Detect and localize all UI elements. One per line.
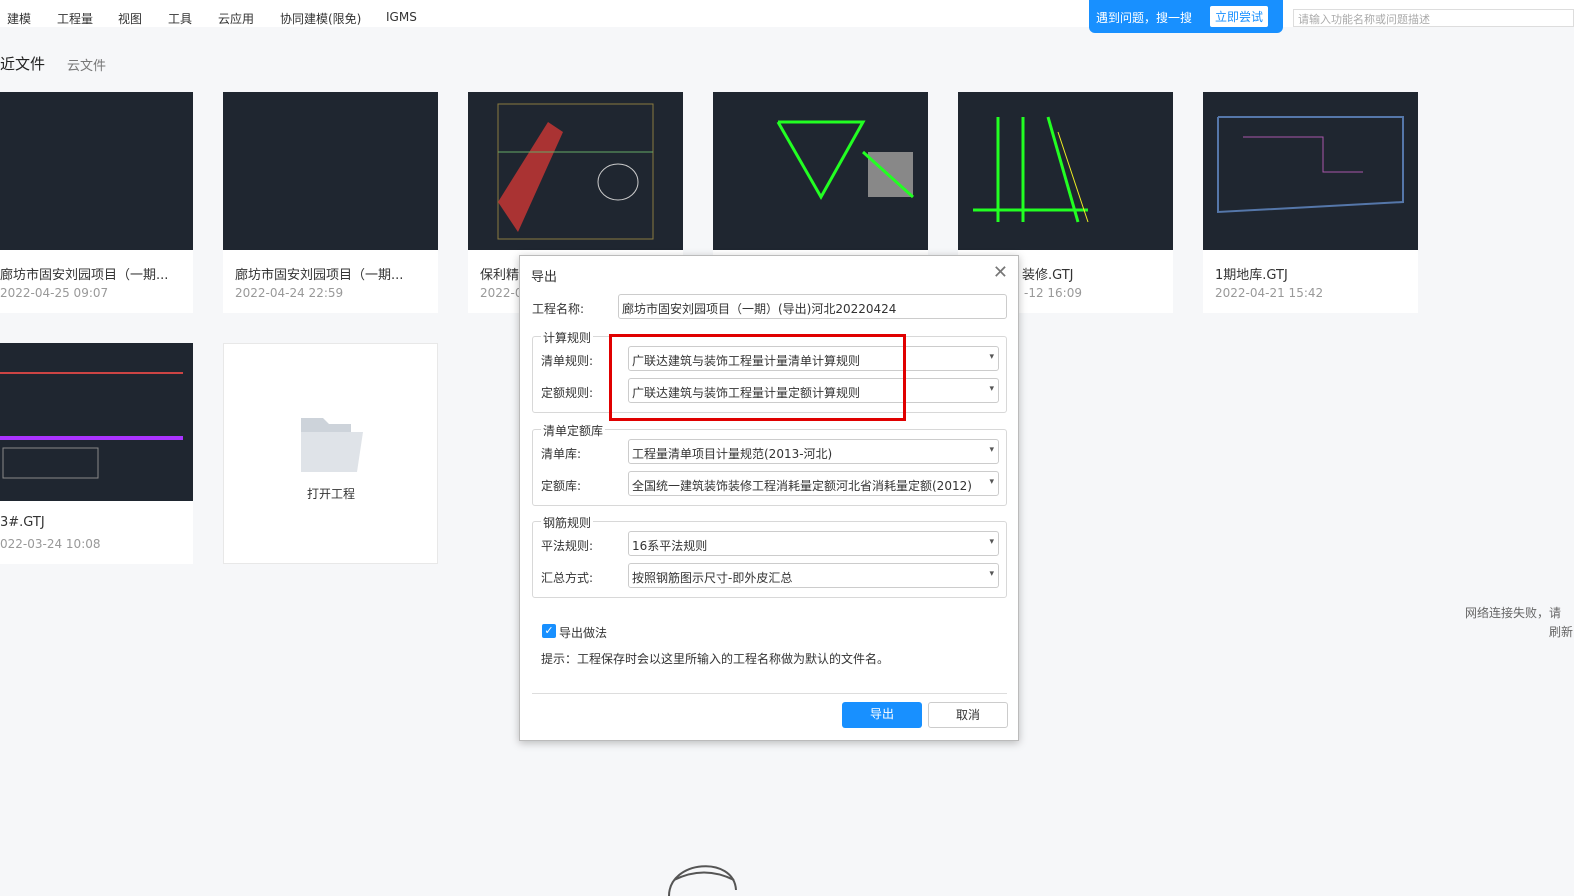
library-group: 清单定额库 清单库: 工程量清单项目计量规范(2013-河北) 定额库: 全国统… [532,422,1007,506]
menu-igms[interactable]: IGMS [386,10,417,24]
project-card[interactable]: 1期地库.GTJ 2022-04-21 15:42 [1203,92,1418,313]
summary-method-label: 汇总方式: [541,571,594,585]
menu-collab[interactable]: 协同建模(限免) [280,10,361,27]
help-text: 遇到问题，搜一搜 [1096,11,1193,25]
thumbnail [0,343,193,501]
card-name: 廊坊市固安刘园项目（一期... [235,268,404,283]
project-name-input[interactable]: 廊坊市固安刘园项目（一期）(导出)河北20220424 [618,294,1007,319]
quota-library-label: 定额库: [541,479,582,493]
group-title: 计算规则 [541,329,594,346]
tab-cloud[interactable]: 云文件 [67,55,106,74]
thumbnail [958,92,1173,250]
menu-modeling[interactable]: 建模 [7,10,31,27]
group-title: 钢筋规则 [541,514,594,531]
list-library-select[interactable]: 工程量清单项目计量规范(2013-河北) [628,439,999,464]
tab-recent[interactable]: 近文件 [0,53,45,74]
card-date: 2022-04-24 22:59 [235,286,344,300]
menu-tools[interactable]: 工具 [168,10,192,27]
export-method-label: 导出做法 [559,626,608,640]
thumbnail [468,92,683,250]
summary-method-select[interactable]: 按照钢筋图示尺寸-即外皮汇总 [628,563,999,588]
rebar-rule-label: 平法规则: [541,539,594,553]
export-button[interactable]: 导出 [842,702,922,728]
mascot-illustration [668,865,737,896]
rebar-rule-select[interactable]: 16系平法规则 [628,531,999,556]
search-input[interactable]: 请输入功能名称或问题描述 [1293,9,1574,27]
quota-rule-label: 定额规则: [541,386,594,400]
open-project-card[interactable]: 打开工程 [223,343,438,564]
card-name: 装修.GTJ [1022,268,1074,283]
card-name: 3#.GTJ [0,515,45,530]
project-name-label: 工程名称: [532,302,585,316]
thumbnail [713,92,928,250]
card-date: 022-03-24 10:08 [0,537,101,551]
card-date: 2022-0 [480,286,523,300]
project-card[interactable]: 3#.GTJ 022-03-24 10:08 [0,343,193,564]
project-card[interactable]: 廊坊市固安刘园项目（一期... 2022-04-25 09:07 [0,92,193,313]
dialog-title: 导出 [531,270,558,285]
cancel-button[interactable]: 取消 [928,702,1008,728]
card-name: 1期地库.GTJ [1215,268,1288,283]
project-card[interactable]: 廊坊市固安刘园项目（一期... 2022-04-24 22:59 [223,92,438,313]
divider [532,693,1007,694]
card-name: 廊坊市固安刘园项目（一期... [0,268,169,283]
quota-library-select[interactable]: 全国统一建筑装饰装修工程消耗量定额河北省消耗量定额(2012) [628,471,999,496]
list-library-label: 清单库: [541,447,582,461]
refresh-link[interactable]: 刷新 [1549,623,1573,640]
network-error-text: 网络连接失败，请 [1465,606,1562,620]
thumbnail [223,92,438,250]
menu-cloud-apps[interactable]: 云应用 [218,10,254,27]
thumbnail [1203,92,1418,250]
export-dialog: 导出 ✕ 工程名称: 廊坊市固安刘园项目（一期）(导出)河北20220424 计… [519,255,1019,741]
menu-view[interactable]: 视图 [118,10,142,27]
card-date: -12 16:09 [1024,286,1082,300]
menu-quantity[interactable]: 工程量 [57,10,93,27]
folder-icon [301,418,363,472]
export-method-checkbox[interactable]: ✓ [542,624,556,638]
rebar-group: 钢筋规则 平法规则: 16系平法规则 汇总方式: 按照钢筋图示尺寸-即外皮汇总 [532,514,1007,598]
list-rule-label: 清单规则: [541,354,594,368]
card-name: 保利精 [480,268,520,283]
help-banner: 遇到问题，搜一搜 立即尝试 [1089,0,1283,33]
close-icon[interactable]: ✕ [993,262,1008,283]
thumbnail [0,92,193,250]
highlight-box [609,334,906,421]
card-date: 2022-04-25 09:07 [0,286,109,300]
try-now-button[interactable]: 立即尝试 [1210,6,1269,27]
hint-text: 提示：工程保存时会以这里所输入的工程名称做为默认的文件名。 [541,652,890,666]
card-date: 2022-04-21 15:42 [1215,286,1324,300]
group-title: 清单定额库 [541,422,606,439]
open-project-label: 打开工程 [307,487,356,501]
